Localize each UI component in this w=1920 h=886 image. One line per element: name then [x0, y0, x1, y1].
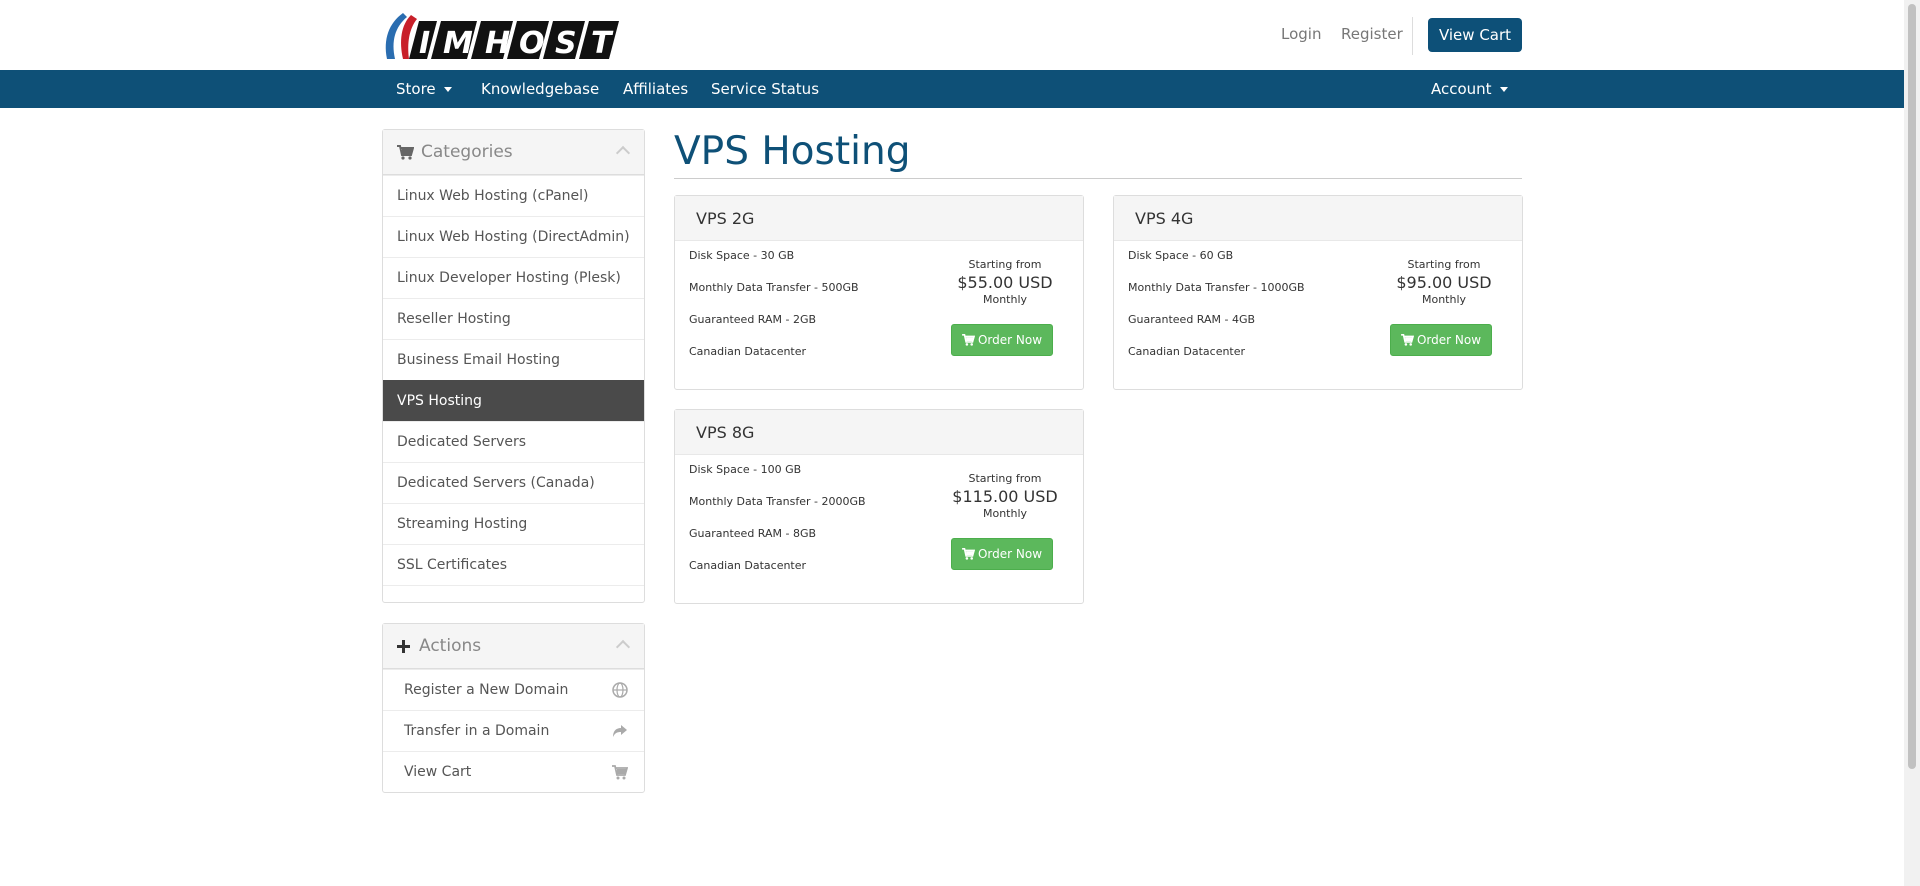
product-pricing: Starting from $115.00 USD Monthly [945, 472, 1065, 522]
starting-from-label: Starting from [968, 258, 1042, 271]
svg-text:I: I [419, 26, 430, 61]
svg-text:H: H [485, 26, 510, 61]
sidebar-item-linux-directadmin[interactable]: Linux Web Hosting (DirectAdmin) [383, 216, 644, 257]
page-scrollbar[interactable] [1904, 0, 1920, 886]
sidebar-list-end [383, 585, 644, 602]
nav-account-label: Account [1431, 80, 1492, 98]
page-title: VPS Hosting [674, 129, 911, 174]
caret-down-icon [1499, 87, 1508, 92]
product-header: VPS 2G [675, 196, 1083, 241]
login-link[interactable]: Login [1281, 25, 1321, 43]
starting-from-label: Starting from [968, 472, 1042, 485]
product-feature: Canadian Datacenter [689, 559, 807, 572]
actions-title: Actions [419, 636, 482, 656]
cart-icon [962, 334, 976, 346]
sidebar-item-dedicated[interactable]: Dedicated Servers [383, 421, 644, 462]
product-card-vps-2g: VPS 2G Disk Space - 30 GB Monthly Data T… [674, 195, 1084, 390]
product-feature: Monthly Data Transfer - 2000GB [689, 495, 866, 508]
order-now-button[interactable]: Order Now [951, 538, 1053, 570]
main-navbar: Store Knowledgebase Affiliates Service S… [0, 70, 1904, 108]
product-feature: Monthly Data Transfer - 1000GB [1128, 281, 1305, 294]
order-now-button[interactable]: Order Now [951, 324, 1053, 356]
title-divider [674, 178, 1522, 179]
svg-text:M: M [443, 26, 473, 61]
starting-from-label: Starting from [1407, 258, 1481, 271]
action-label: Register a New Domain [404, 682, 569, 698]
svg-text:O: O [519, 26, 545, 61]
actions-panel: Actions Register a New Domain Transfer i… [382, 623, 645, 793]
imhost-logo[interactable]: I M H O S T [381, 9, 621, 61]
cart-icon [397, 145, 414, 160]
order-now-label: Order Now [977, 547, 1043, 561]
product-pricing: Starting from $55.00 USD Monthly [945, 258, 1065, 308]
order-now-label: Order Now [1416, 333, 1482, 347]
globe-icon [612, 682, 628, 698]
site-header: I M H O S T Login Register View Cart [0, 0, 1904, 70]
product-card-vps-4g: VPS 4G Disk Space - 60 GB Monthly Data T… [1113, 195, 1523, 390]
product-feature: Disk Space - 30 GB [689, 249, 795, 262]
nav-service-status[interactable]: Service Status [711, 70, 819, 108]
product-feature: Guaranteed RAM - 2GB [689, 313, 817, 326]
product-name: VPS 4G [1135, 209, 1194, 228]
product-price: $55.00 USD [957, 273, 1053, 292]
product-feature: Guaranteed RAM - 4GB [1128, 313, 1256, 326]
scrollbar-thumb[interactable] [1908, 4, 1916, 769]
categories-panel: Categories Linux Web Hosting (cPanel) Li… [382, 129, 645, 603]
header-divider [1412, 17, 1413, 55]
billing-cycle: Monthly [982, 293, 1028, 306]
product-card-vps-8g: VPS 8G Disk Space - 100 GB Monthly Data … [674, 409, 1084, 604]
product-price: $115.00 USD [952, 487, 1058, 506]
cart-icon [612, 765, 628, 780]
cart-icon [1401, 334, 1415, 346]
order-now-label: Order Now [977, 333, 1043, 347]
nav-affiliates[interactable]: Affiliates [623, 70, 688, 108]
billing-cycle: Monthly [982, 507, 1028, 520]
sidebar-item-ssl[interactable]: SSL Certificates [383, 544, 644, 585]
product-price: $95.00 USD [1396, 273, 1492, 292]
product-pricing: Starting from $95.00 USD Monthly [1384, 258, 1504, 308]
nav-store-label: Store [396, 80, 436, 98]
action-label: Transfer in a Domain [404, 723, 550, 739]
sidebar-item-reseller[interactable]: Reseller Hosting [383, 298, 644, 339]
chevron-up-icon[interactable] [615, 639, 631, 655]
actions-heading[interactable]: Actions [383, 624, 644, 669]
product-header: VPS 4G [1114, 196, 1522, 241]
svg-text:T: T [591, 26, 614, 61]
view-cart-button[interactable]: View Cart [1428, 18, 1522, 52]
product-feature: Canadian Datacenter [689, 345, 807, 358]
svg-text:S: S [555, 26, 577, 61]
sidebar-item-vps[interactable]: VPS Hosting [383, 380, 644, 421]
sidebar-item-linux-cpanel[interactable]: Linux Web Hosting (cPanel) [383, 175, 644, 216]
product-feature: Guaranteed RAM - 8GB [689, 527, 817, 540]
categories-heading[interactable]: Categories [383, 130, 644, 175]
nav-store[interactable]: Store [396, 70, 452, 108]
caret-down-icon [443, 87, 452, 92]
share-arrow-icon [613, 725, 627, 737]
action-register-domain[interactable]: Register a New Domain [383, 669, 644, 710]
plus-icon [397, 640, 410, 653]
sidebar-item-streaming[interactable]: Streaming Hosting [383, 503, 644, 544]
product-name: VPS 2G [696, 209, 755, 228]
action-transfer-domain[interactable]: Transfer in a Domain [383, 710, 644, 751]
logo-mark: I M H O S T [385, 13, 619, 61]
sidebar-item-business-email[interactable]: Business Email Hosting [383, 339, 644, 380]
sidebar-item-dedicated-canada[interactable]: Dedicated Servers (Canada) [383, 462, 644, 503]
product-header: VPS 8G [675, 410, 1083, 455]
action-label: View Cart [404, 764, 472, 780]
product-name: VPS 8G [696, 423, 755, 442]
nav-account[interactable]: Account [1431, 70, 1508, 108]
sidebar-item-linux-plesk[interactable]: Linux Developer Hosting (Plesk) [383, 257, 644, 298]
product-feature: Disk Space - 100 GB [689, 463, 802, 476]
order-now-button[interactable]: Order Now [1390, 324, 1492, 356]
categories-title: Categories [421, 142, 513, 162]
chevron-up-icon[interactable] [615, 145, 631, 161]
product-feature: Monthly Data Transfer - 500GB [689, 281, 859, 294]
product-feature: Disk Space - 60 GB [1128, 249, 1234, 262]
register-link[interactable]: Register [1341, 25, 1403, 43]
nav-knowledgebase[interactable]: Knowledgebase [481, 70, 599, 108]
cart-icon [962, 548, 976, 560]
action-view-cart[interactable]: View Cart [383, 751, 644, 792]
billing-cycle: Monthly [1421, 293, 1467, 306]
product-feature: Canadian Datacenter [1128, 345, 1246, 358]
